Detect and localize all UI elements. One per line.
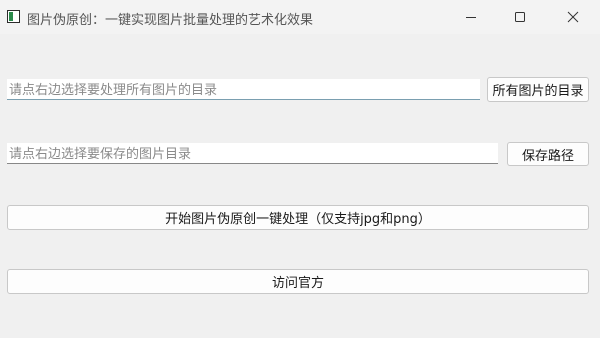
select-save-path-button[interactable]: 保存路径 [507,142,589,166]
minimize-icon [466,17,476,18]
save-directory-input[interactable] [7,143,498,164]
close-button[interactable] [550,0,596,34]
maximize-button[interactable] [497,0,543,34]
window-title: 图片伪原创：一键实现图片批量处理的艺术化效果 [27,13,314,28]
minimize-button[interactable] [448,0,494,34]
app-icon [7,10,20,23]
maximize-icon [515,12,525,22]
source-directory-input[interactable] [7,79,480,100]
close-icon [567,11,579,23]
title-bar[interactable]: 图片伪原创：一键实现图片批量处理的艺术化效果 [0,0,600,34]
visit-website-button[interactable]: 访问官方 [7,269,589,294]
select-source-directory-button[interactable]: 所有图片的目录 [487,77,589,102]
start-processing-button[interactable]: 开始图片伪原创一键处理（仅支持jpg和png） [7,205,589,230]
